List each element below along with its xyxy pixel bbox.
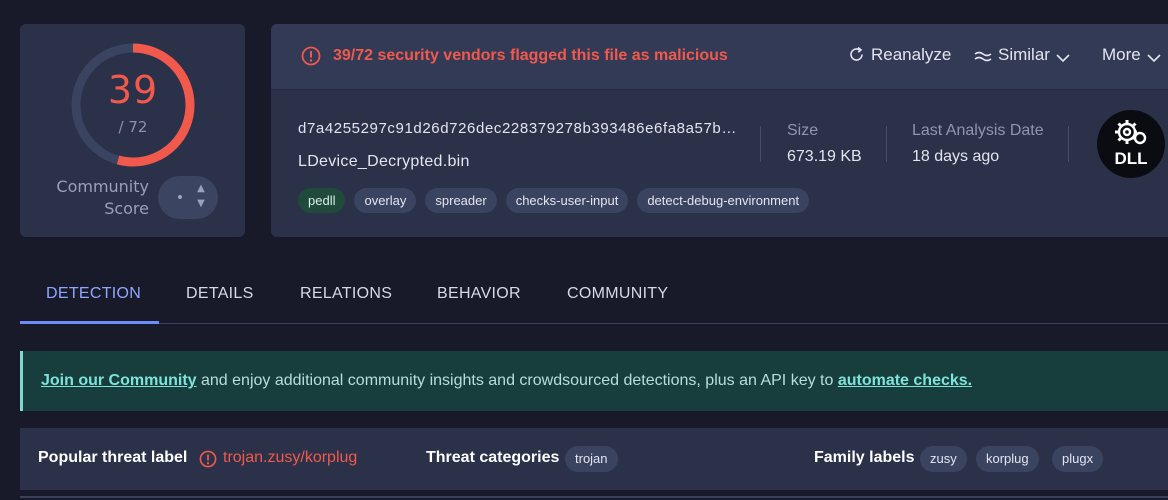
chevron-down-icon [1147, 54, 1161, 63]
last-analysis-value: 18 days ago [912, 148, 1000, 165]
popular-threat-label: Popular threat label [38, 449, 188, 466]
popular-threat-value[interactable]: trojan.zusy/korplug [223, 449, 357, 467]
community-score-dot [178, 195, 182, 199]
chevron-down-icon [1056, 54, 1070, 63]
family-chip-plugx[interactable]: plugx [1052, 446, 1104, 472]
active-tab-indicator [20, 321, 159, 324]
divider [760, 126, 761, 162]
tag-checks-user-input[interactable]: checks-user-input [505, 188, 629, 213]
divider [1068, 126, 1069, 162]
detection-total: / 72 [118, 118, 148, 136]
file-hash[interactable]: d7a4255297c91d26d726dec228379278b393486e… [298, 120, 737, 137]
file-type-label: DLL [1114, 149, 1148, 168]
divider [886, 126, 887, 162]
banner-text: Join our Community and enjoy additional … [41, 372, 973, 389]
tab-behavior[interactable]: BEHAVIOR [437, 285, 521, 303]
file-name: LDevice_Decrypted.bin [298, 153, 470, 170]
threat-labels-row: Popular threat label trojan.zusy/korplug… [20, 428, 1168, 490]
tabs-divider [20, 323, 1168, 324]
automate-checks-link[interactable]: automate checks. [838, 372, 972, 389]
alert-circle-icon [199, 450, 217, 468]
tab-community[interactable]: COMMUNITY [567, 285, 668, 303]
summary-header: 39/72 security vendors flagged this file… [271, 24, 1168, 90]
gear-icon [1115, 120, 1147, 145]
tab-details[interactable]: DETAILS [186, 285, 254, 303]
community-score-label: Community Score [56, 177, 149, 218]
reanalyze-button[interactable]: Reanalyze [848, 45, 951, 65]
detection-count: 39 [107, 68, 159, 112]
threat-categories-label: Threat categories [426, 449, 560, 466]
last-analysis-label: Last Analysis Date [912, 122, 1044, 139]
file-type-dll-icon: DLL [1097, 110, 1165, 178]
size-label: Size [787, 122, 819, 139]
vote-up-icon[interactable]: ▲ [194, 183, 208, 197]
category-chip-trojan[interactable]: trojan [565, 446, 618, 472]
more-dropdown[interactable]: More [1102, 45, 1161, 65]
file-summary-card: 39/72 security vendors flagged this file… [271, 24, 1168, 237]
similar-icon [974, 51, 992, 62]
family-chip-zusy[interactable]: zusy [920, 446, 967, 472]
tag-pedll[interactable]: pedll [298, 188, 346, 213]
malicious-flag-text: 39/72 security vendors flagged this file… [333, 47, 728, 64]
tab-detection[interactable]: DETECTION [46, 285, 141, 303]
detection-score-card: 39 / 72 Community Score ▲ ▼ [20, 24, 245, 237]
tag-overlay[interactable]: overlay [354, 188, 417, 213]
size-value: 673.19 KB [787, 148, 862, 165]
tag-detect-debug-environment[interactable]: detect-debug-environment [637, 188, 810, 213]
file-tags: pedll overlay spreader checks-user-input… [298, 188, 810, 213]
vote-down-icon[interactable]: ▼ [194, 198, 208, 212]
tag-spreader[interactable]: spreader [425, 188, 497, 213]
family-chip-korplug[interactable]: korplug [976, 446, 1039, 472]
alert-circle-icon [301, 46, 321, 66]
join-community-link[interactable]: Join our Community [41, 372, 197, 389]
similar-dropdown[interactable]: Similar [974, 45, 1070, 65]
community-banner: Join our Community and enjoy additional … [20, 351, 1168, 411]
community-score-stepper[interactable]: ▲ ▼ [158, 176, 218, 219]
refresh-icon [850, 46, 863, 61]
family-labels-label: Family labels [814, 449, 915, 466]
section-divider [20, 496, 1168, 498]
tab-relations[interactable]: RELATIONS [300, 285, 392, 303]
